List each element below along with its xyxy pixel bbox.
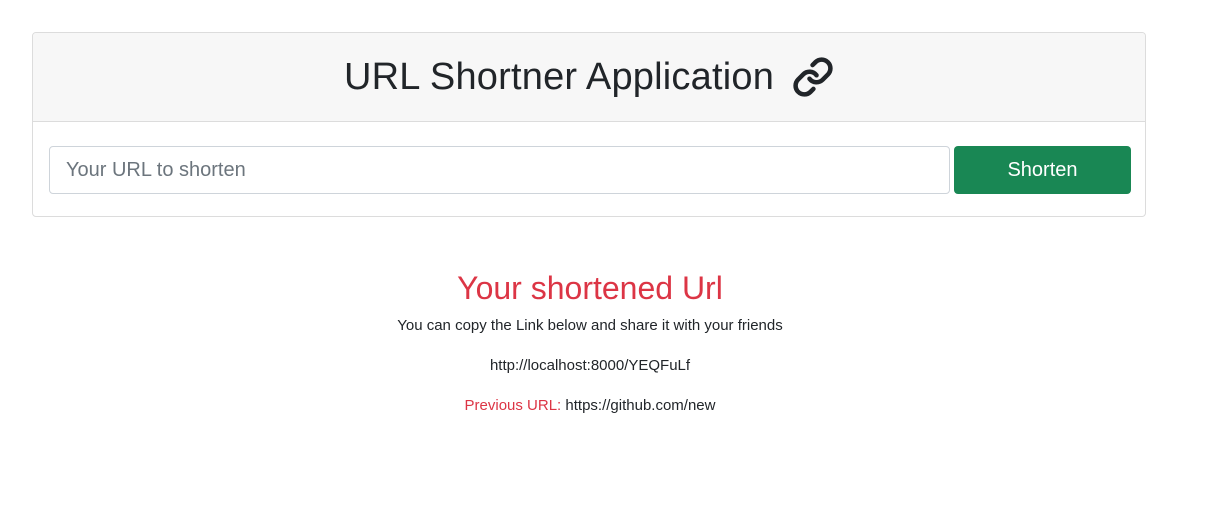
shortener-card: URL Shortner Application Shorten xyxy=(32,32,1146,217)
card-header: URL Shortner Application xyxy=(33,33,1145,122)
url-input[interactable] xyxy=(49,146,950,194)
link-icon xyxy=(792,56,834,98)
result-heading: Your shortened Url xyxy=(457,270,723,306)
page-title: URL Shortner Application xyxy=(343,55,775,98)
result-subtitle: You can copy the Link below and share it… xyxy=(397,317,783,334)
previous-url-label: Previous URL: xyxy=(464,397,562,414)
result-section: Your shortened Url You can copy the Link… xyxy=(0,262,1180,418)
previous-url-line: Previous URL: https://github.com/new xyxy=(0,394,1180,418)
previous-url-value: https://github.com/new xyxy=(565,397,716,414)
shorten-button[interactable]: Shorten xyxy=(954,146,1131,194)
card-body: Shorten xyxy=(33,122,1145,216)
short-url[interactable]: http://localhost:8000/YEQFuLf xyxy=(0,354,1180,378)
